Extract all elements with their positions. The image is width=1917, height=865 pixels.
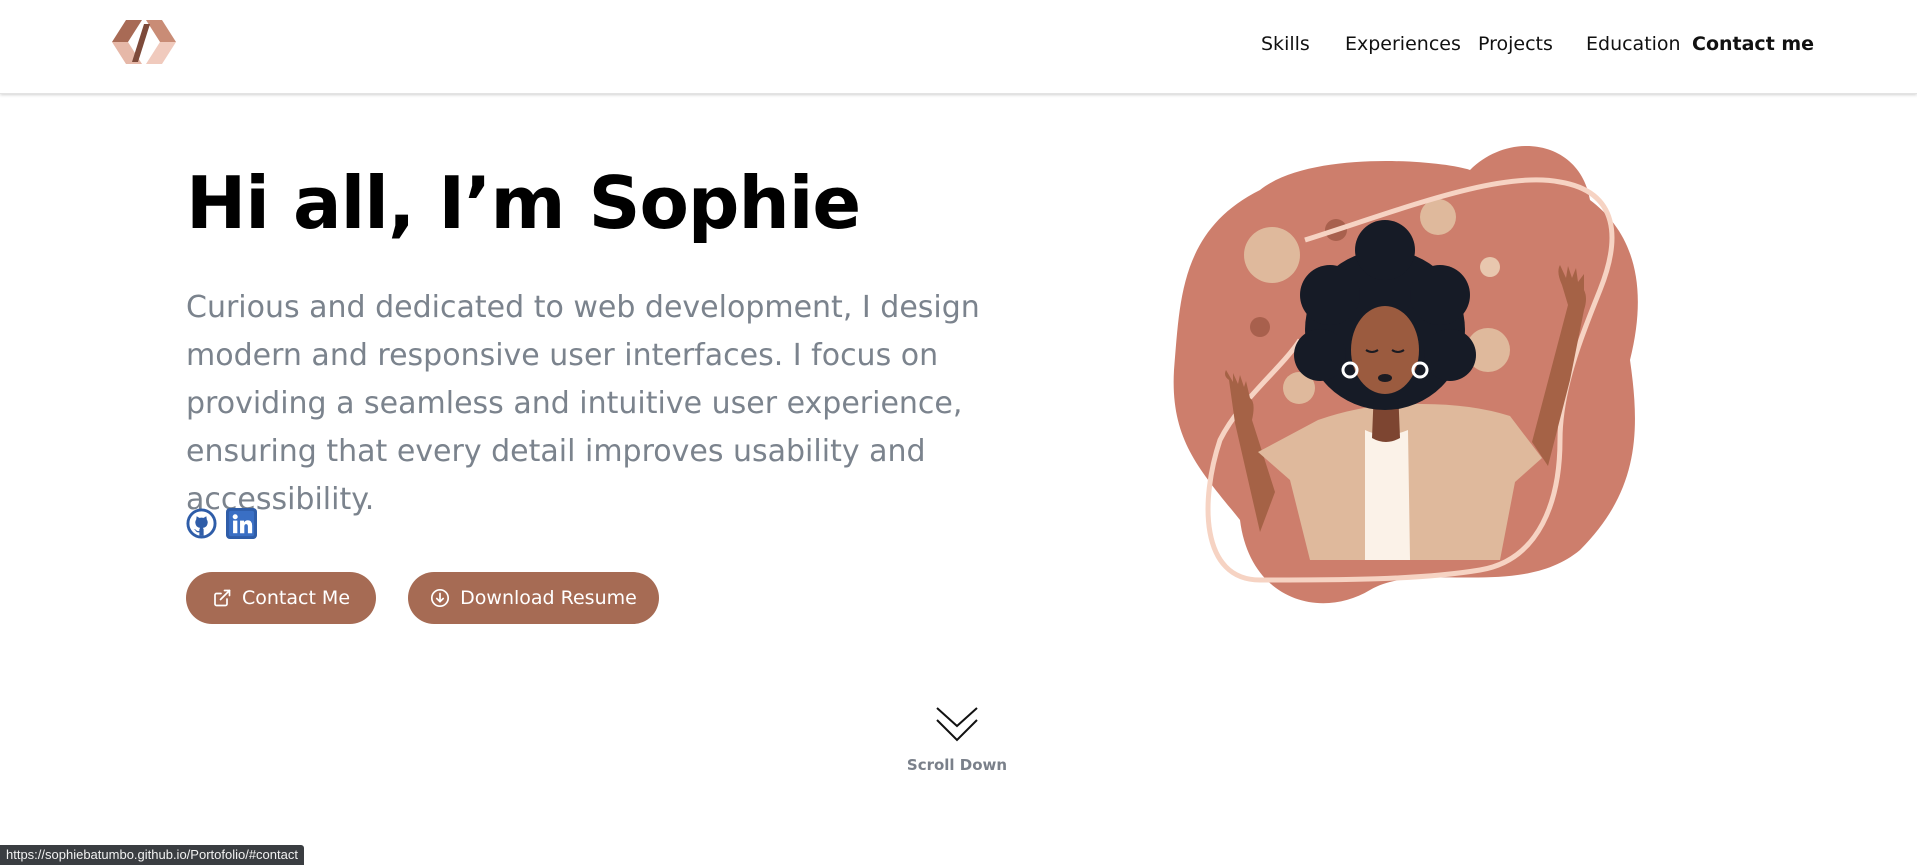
download-circle-icon — [431, 588, 450, 608]
contact-me-label: Contact Me — [241, 587, 351, 609]
download-resume-button[interactable]: Download Resume — [408, 572, 659, 624]
download-resume-label: Download Resume — [460, 587, 637, 609]
scroll-down[interactable]: Scroll Down — [900, 704, 1014, 774]
nav-item-education[interactable]: Education — [1586, 33, 1681, 55]
hero-description: Curious and dedicated to web development… — [186, 290, 980, 517]
logo[interactable] — [108, 18, 178, 68]
github-icon[interactable] — [186, 508, 217, 539]
scroll-down-label: Scroll Down — [906, 756, 1008, 774]
nav-item-experiences[interactable]: Experiences — [1345, 33, 1461, 55]
external-link-icon — [214, 589, 231, 607]
nav-item-contact[interactable]: Contact me — [1692, 33, 1814, 55]
social-links — [186, 508, 257, 540]
status-bar-url: https://sophiebatumbo.github.io/Portofol… — [0, 845, 304, 865]
nav-item-projects[interactable]: Projects — [1478, 33, 1553, 55]
contact-me-button[interactable]: Contact Me — [186, 572, 376, 624]
nav-item-skills[interactable]: Skills — [1261, 33, 1310, 55]
page-title: Hi all, I’m Sophie — [186, 161, 861, 245]
chevron-down-icon — [936, 707, 978, 742]
navbar: Skills Experiences Projects Education Co… — [0, 0, 1917, 94]
linkedin-icon[interactable] — [226, 508, 257, 539]
hero-illustration — [1173, 146, 1638, 604]
